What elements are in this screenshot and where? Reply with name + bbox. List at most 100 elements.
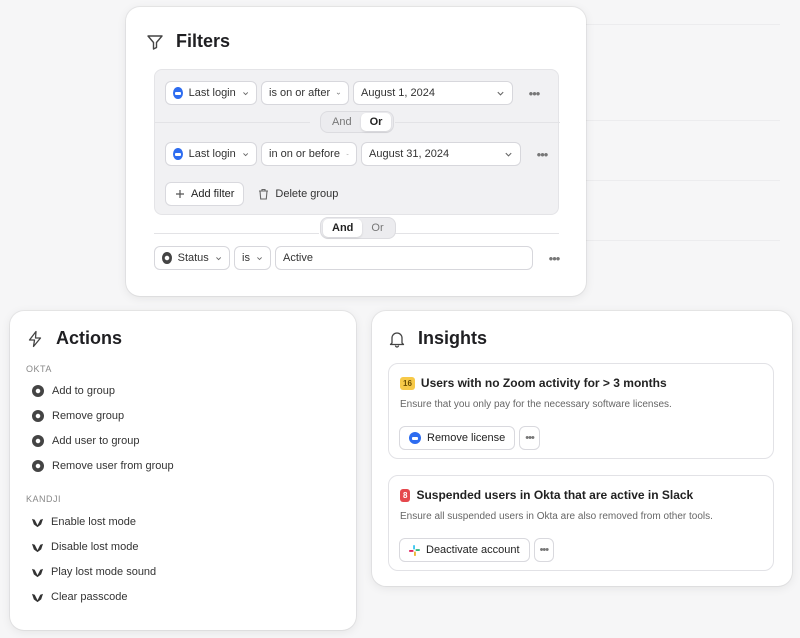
toggle-and[interactable]: And <box>323 113 361 131</box>
section-label-okta: OKTA <box>26 364 52 374</box>
plus-icon <box>176 190 184 198</box>
more-options-button[interactable]: ••• <box>519 426 540 450</box>
operator-select-2[interactable]: in on or before <box>261 142 357 166</box>
insights-panel: Insights 16 Users with no Zoom activity … <box>372 311 792 586</box>
kandji-icon <box>32 543 43 552</box>
delete-group-label: Delete group <box>275 188 339 200</box>
chevron-down-icon <box>215 256 221 260</box>
filter-group: Last login is on or after August 1, 2024… <box>154 69 560 215</box>
action-label: Play lost mode sound <box>51 566 157 578</box>
action-item[interactable]: Add user to group <box>32 435 139 447</box>
filters-panel: Filters Last login is on or after August… <box>126 7 586 296</box>
filter-row-2: Last login in on or before August 31, 20… <box>165 142 553 166</box>
kandji-icon <box>32 518 43 527</box>
field-select-1[interactable]: Last login <box>165 81 257 105</box>
status-operator-select[interactable]: is <box>234 246 271 270</box>
more-options-button[interactable]: ••• <box>523 83 545 103</box>
field-select-label: Status <box>177 252 209 264</box>
action-item[interactable]: Enable lost mode <box>32 516 136 528</box>
okta-icon <box>32 385 44 397</box>
insight-card: 8 Suspended users in Okta that are activ… <box>388 475 774 571</box>
action-item[interactable]: Remove user from group <box>32 460 174 472</box>
filter-row-1: Last login is on or after August 1, 2024… <box>165 81 545 105</box>
toggle-or[interactable]: Or <box>360 113 392 131</box>
toggle-or[interactable]: Or <box>362 219 392 237</box>
add-filter-label: Add filter <box>191 188 235 200</box>
count-badge: 16 <box>400 376 415 390</box>
value-select-2[interactable]: August 31, 2024 <box>361 142 521 166</box>
actions-title: Actions <box>56 328 123 348</box>
filters-header: Filters <box>146 31 230 52</box>
insight-actions: Deactivate account ••• <box>399 538 555 562</box>
button-label: Remove license <box>427 432 506 444</box>
action-label: Add to group <box>52 385 115 397</box>
action-label: Enable lost mode <box>51 516 136 528</box>
operator-select-label: in on or before <box>269 148 340 160</box>
delete-group-button[interactable]: Delete group <box>258 188 338 200</box>
deactivate-account-button[interactable]: Deactivate account <box>399 538 530 562</box>
group-actions: Add filter Delete group <box>165 182 338 206</box>
slack-icon <box>409 544 420 556</box>
filters-title: Filters <box>176 31 231 51</box>
and-or-toggle-inner[interactable]: And Or <box>320 111 395 133</box>
toggle-and[interactable]: And <box>323 219 363 237</box>
insight-description: Ensure all suspended users in Okta are a… <box>400 511 713 522</box>
insights-title: Insights <box>418 328 488 348</box>
status-field-select[interactable]: Status <box>154 246 230 270</box>
field-select-label: Last login <box>188 87 236 99</box>
more-options-button[interactable]: ••• <box>543 248 565 268</box>
action-item[interactable]: Disable lost mode <box>32 541 138 553</box>
action-item[interactable]: Play lost mode sound <box>32 566 156 578</box>
operator-select-1[interactable]: is on or after <box>261 81 349 105</box>
zoom-icon <box>173 148 183 160</box>
value-select-1[interactable]: August 1, 2024 <box>353 81 513 105</box>
remove-license-button[interactable]: Remove license <box>399 426 516 450</box>
chevron-down-icon <box>505 152 512 157</box>
chevron-down-icon <box>242 91 248 95</box>
insight-title: Suspended users in Okta that are active … <box>416 488 694 502</box>
status-value: Active <box>283 252 313 264</box>
action-item[interactable]: Add to group <box>32 385 115 397</box>
chevron-down-icon <box>497 91 504 96</box>
action-label: Clear passcode <box>51 591 128 603</box>
actions-header: Actions <box>26 328 122 349</box>
insight-header: 8 Suspended users in Okta that are activ… <box>400 488 693 502</box>
and-or-toggle-outer[interactable]: And Or <box>320 217 396 239</box>
action-label: Disable lost mode <box>51 541 139 553</box>
insights-header: Insights <box>388 328 487 349</box>
field-select-2[interactable]: Last login <box>165 142 257 166</box>
insight-actions: Remove license ••• <box>399 426 540 450</box>
action-item[interactable]: Clear passcode <box>32 591 127 603</box>
okta-icon <box>162 252 172 264</box>
okta-icon <box>32 435 44 447</box>
operator-select-label: is on or after <box>269 87 331 99</box>
insight-card: 16 Users with no Zoom activity for > 3 m… <box>388 363 774 459</box>
divider <box>394 233 559 234</box>
value-select-label: August 31, 2024 <box>369 148 450 160</box>
more-options-button[interactable]: ••• <box>533 538 555 562</box>
status-filter-row: Status is Active ••• <box>154 246 565 270</box>
zoom-icon <box>409 432 421 444</box>
chevron-down-icon <box>336 92 341 95</box>
action-label: Remove user from group <box>52 460 174 472</box>
trash-icon <box>259 188 269 200</box>
more-dots: ••• <box>525 432 535 444</box>
section-label-kandji: KANDJI <box>26 494 62 504</box>
chevron-down-icon <box>346 153 349 155</box>
okta-icon <box>32 460 44 472</box>
status-value-input[interactable]: Active <box>275 246 533 270</box>
chevron-down-icon <box>242 152 248 156</box>
chevron-down-icon <box>257 256 262 260</box>
more-options-button[interactable]: ••• <box>531 144 553 164</box>
divider <box>155 122 310 123</box>
bell-icon <box>389 331 405 348</box>
insight-title: Users with no Zoom activity for > 3 mont… <box>420 376 667 390</box>
action-label: Add user to group <box>52 435 140 447</box>
action-item[interactable]: Remove group <box>32 410 124 422</box>
okta-icon <box>32 410 44 422</box>
operator-select-label: is <box>242 252 250 264</box>
action-label: Remove group <box>52 410 125 422</box>
insight-description: Ensure that you only pay for the necessa… <box>400 399 672 410</box>
add-filter-button[interactable]: Add filter <box>165 182 245 206</box>
insight-header: 16 Users with no Zoom activity for > 3 m… <box>400 376 667 390</box>
